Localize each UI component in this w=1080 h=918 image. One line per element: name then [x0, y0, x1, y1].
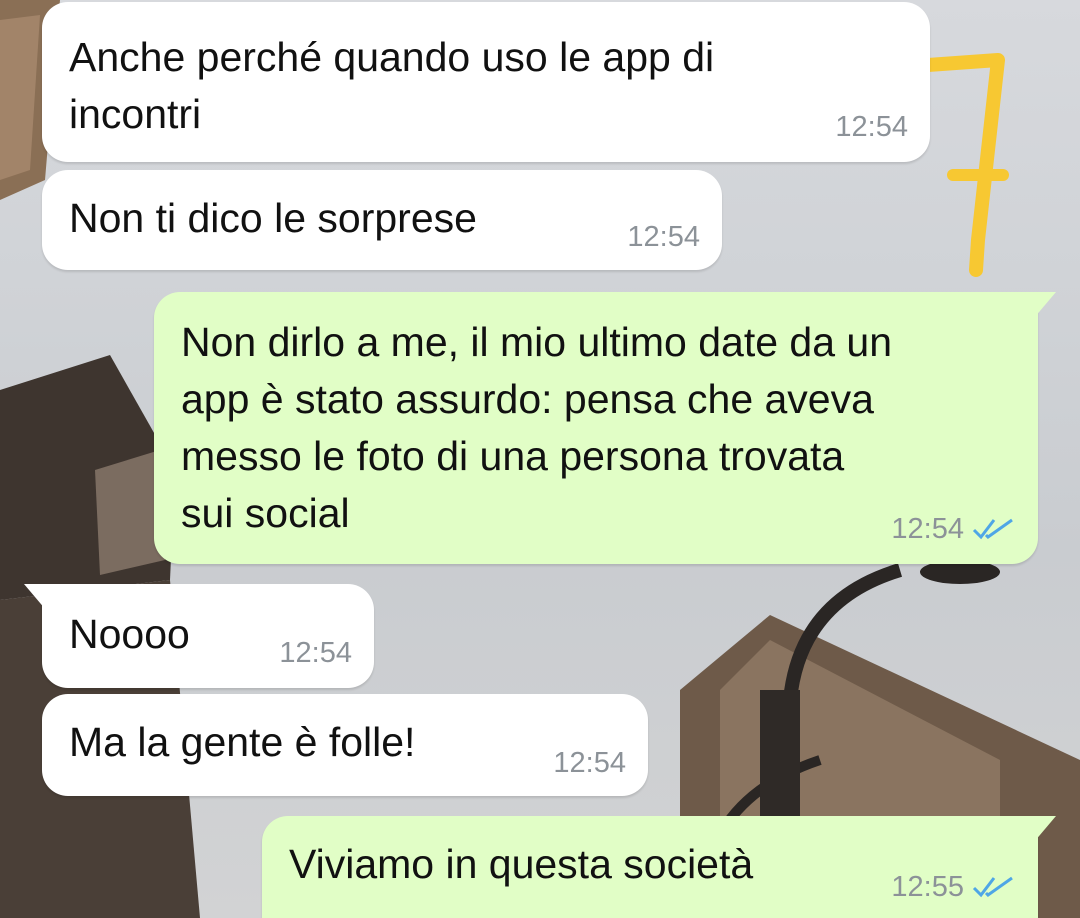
message-text: Viviamo in questa società [289, 841, 754, 887]
message-text: Non dirlo a me, il mio ultimo date da un… [181, 319, 893, 536]
message-bubble-outgoing[interactable]: Non dirlo a me, il mio ultimo date da un… [154, 292, 1056, 564]
double-check-icon [972, 876, 1013, 898]
bubble-tail [1016, 292, 1056, 318]
message-meta: 12:54 [279, 636, 352, 670]
message-meta: 12:55 [891, 870, 1016, 904]
message-bubble-incoming[interactable]: Ma la gente è folle! 12:54 [42, 694, 648, 796]
message-time: 12:54 [553, 747, 626, 779]
bubble-tail [24, 584, 64, 610]
message-text: Ma la gente è folle! [69, 719, 416, 765]
message-meta: 12:54 [553, 746, 626, 780]
message-meta: 12:54 [627, 220, 700, 254]
message-bubble-incoming[interactable]: Noooo 12:54 [24, 584, 374, 688]
message-bubble-incoming[interactable]: Anche perché quando uso le app di incont… [42, 2, 930, 162]
bubble-tail [1016, 816, 1056, 842]
message-text: Noooo [69, 611, 190, 657]
message-time: 12:54 [279, 637, 352, 669]
message-meta: 12:54 [835, 110, 908, 144]
seven-annotation [921, 53, 1009, 277]
message-time: 12:54 [835, 111, 908, 143]
double-check-icon [972, 518, 1013, 540]
message-time: 12:54 [891, 513, 964, 545]
message-time: 12:54 [627, 221, 700, 253]
message-text: Anche perché quando uso le app di incont… [69, 34, 715, 137]
message-meta: 12:54 [891, 512, 1016, 546]
message-time: 12:55 [891, 871, 964, 903]
message-text: Non ti dico le sorprese [69, 195, 477, 241]
message-bubble-incoming[interactable]: Non ti dico le sorprese 12:54 [42, 170, 722, 270]
message-bubble-outgoing[interactable]: Viviamo in questa società 12:55 [262, 816, 1056, 918]
